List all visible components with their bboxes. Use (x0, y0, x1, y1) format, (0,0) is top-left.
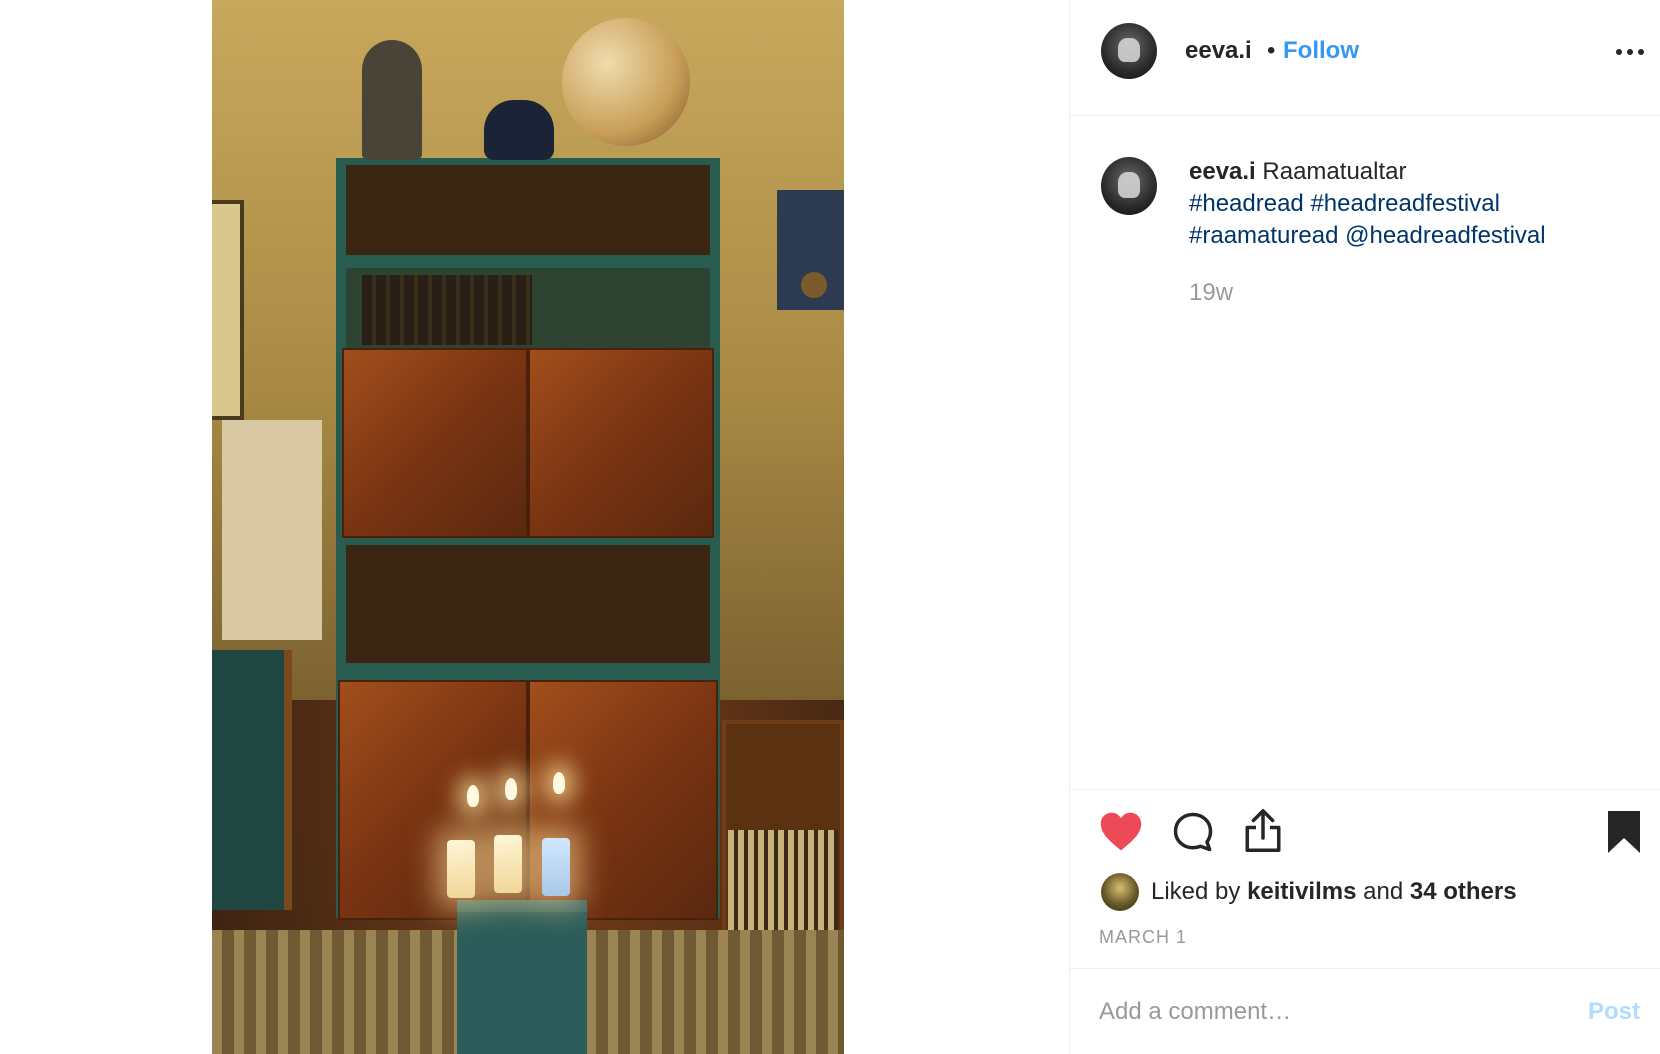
photo-bust (362, 40, 422, 160)
post-side-panel: eeva.i • Follow eeva.i Raamatualtar #hea… (1069, 0, 1660, 1054)
post-photo[interactable] (212, 0, 844, 1054)
photo-candle (494, 835, 522, 893)
hashtag-link[interactable]: #headread (1189, 190, 1304, 217)
photo-shelf-middle (346, 268, 710, 348)
mention-link[interactable]: @headreadfestival (1345, 222, 1545, 249)
author-username[interactable]: eeva.i (1185, 36, 1252, 66)
heart-icon[interactable] (1099, 810, 1143, 854)
post-caption: eeva.i Raamatualtar #headread #headreadf… (1070, 116, 1660, 789)
post-header: eeva.i • Follow (1070, 0, 1660, 116)
follow-button[interactable]: Follow (1283, 36, 1359, 66)
comment-icon[interactable] (1172, 811, 1214, 853)
hashtag-link[interactable]: #raamaturead (1189, 222, 1338, 249)
likes-connector: and (1363, 878, 1404, 905)
share-icon[interactable] (1242, 808, 1284, 854)
photo-globe (562, 18, 690, 146)
bookmark-icon[interactable] (1607, 810, 1641, 854)
photo-wall-knob (801, 272, 827, 298)
photo-shelf-top (346, 165, 710, 255)
caption-body: Raamatualtar (1262, 158, 1407, 185)
photo-stool (457, 900, 587, 1054)
comment-form: Post (1070, 970, 1660, 1054)
photo-candle (447, 840, 475, 898)
caption-username[interactable]: eeva.i (1189, 158, 1256, 185)
photo-chair (212, 650, 292, 910)
caption-avatar[interactable] (1101, 157, 1157, 215)
liker-username[interactable]: keitivilms (1247, 878, 1356, 905)
likes-others-link[interactable]: 34 others (1410, 878, 1517, 905)
photo-pinboard (222, 420, 322, 640)
likes-text: Liked by keitivilms and 34 others (1151, 878, 1517, 906)
liker-avatar[interactable] (1101, 873, 1139, 911)
post-page: eeva.i • Follow eeva.i Raamatualtar #hea… (0, 0, 1660, 1054)
caption-timestamp[interactable]: 19w (1189, 279, 1233, 307)
author-avatar[interactable] (1101, 23, 1157, 79)
photo-flame (467, 785, 479, 807)
post-actions: Liked by keitivilms and 34 others MARCH … (1070, 789, 1660, 969)
photo-cabinet-door-left (342, 348, 528, 538)
comment-input[interactable] (1099, 992, 1569, 1032)
photo-shelf-lower (346, 545, 710, 663)
photo-flame (505, 778, 517, 800)
likes-summary: Liked by keitivilms and 34 others (1101, 873, 1517, 911)
post-date[interactable]: MARCH 1 (1099, 927, 1187, 948)
likes-prefix: Liked by (1151, 878, 1241, 905)
caption-text: eeva.i Raamatualtar #headread #headreadf… (1189, 156, 1629, 252)
header-separator: • (1267, 37, 1276, 64)
hashtag-link[interactable]: #headreadfestival (1310, 190, 1499, 217)
photo-flame (553, 772, 565, 794)
photo-candle (542, 838, 570, 896)
photo-figurine (484, 100, 554, 160)
more-options-icon[interactable] (1615, 46, 1645, 58)
photo-frame (212, 200, 244, 420)
photo-cabinet-door-right (528, 348, 714, 538)
post-comment-button[interactable]: Post (1588, 998, 1640, 1026)
